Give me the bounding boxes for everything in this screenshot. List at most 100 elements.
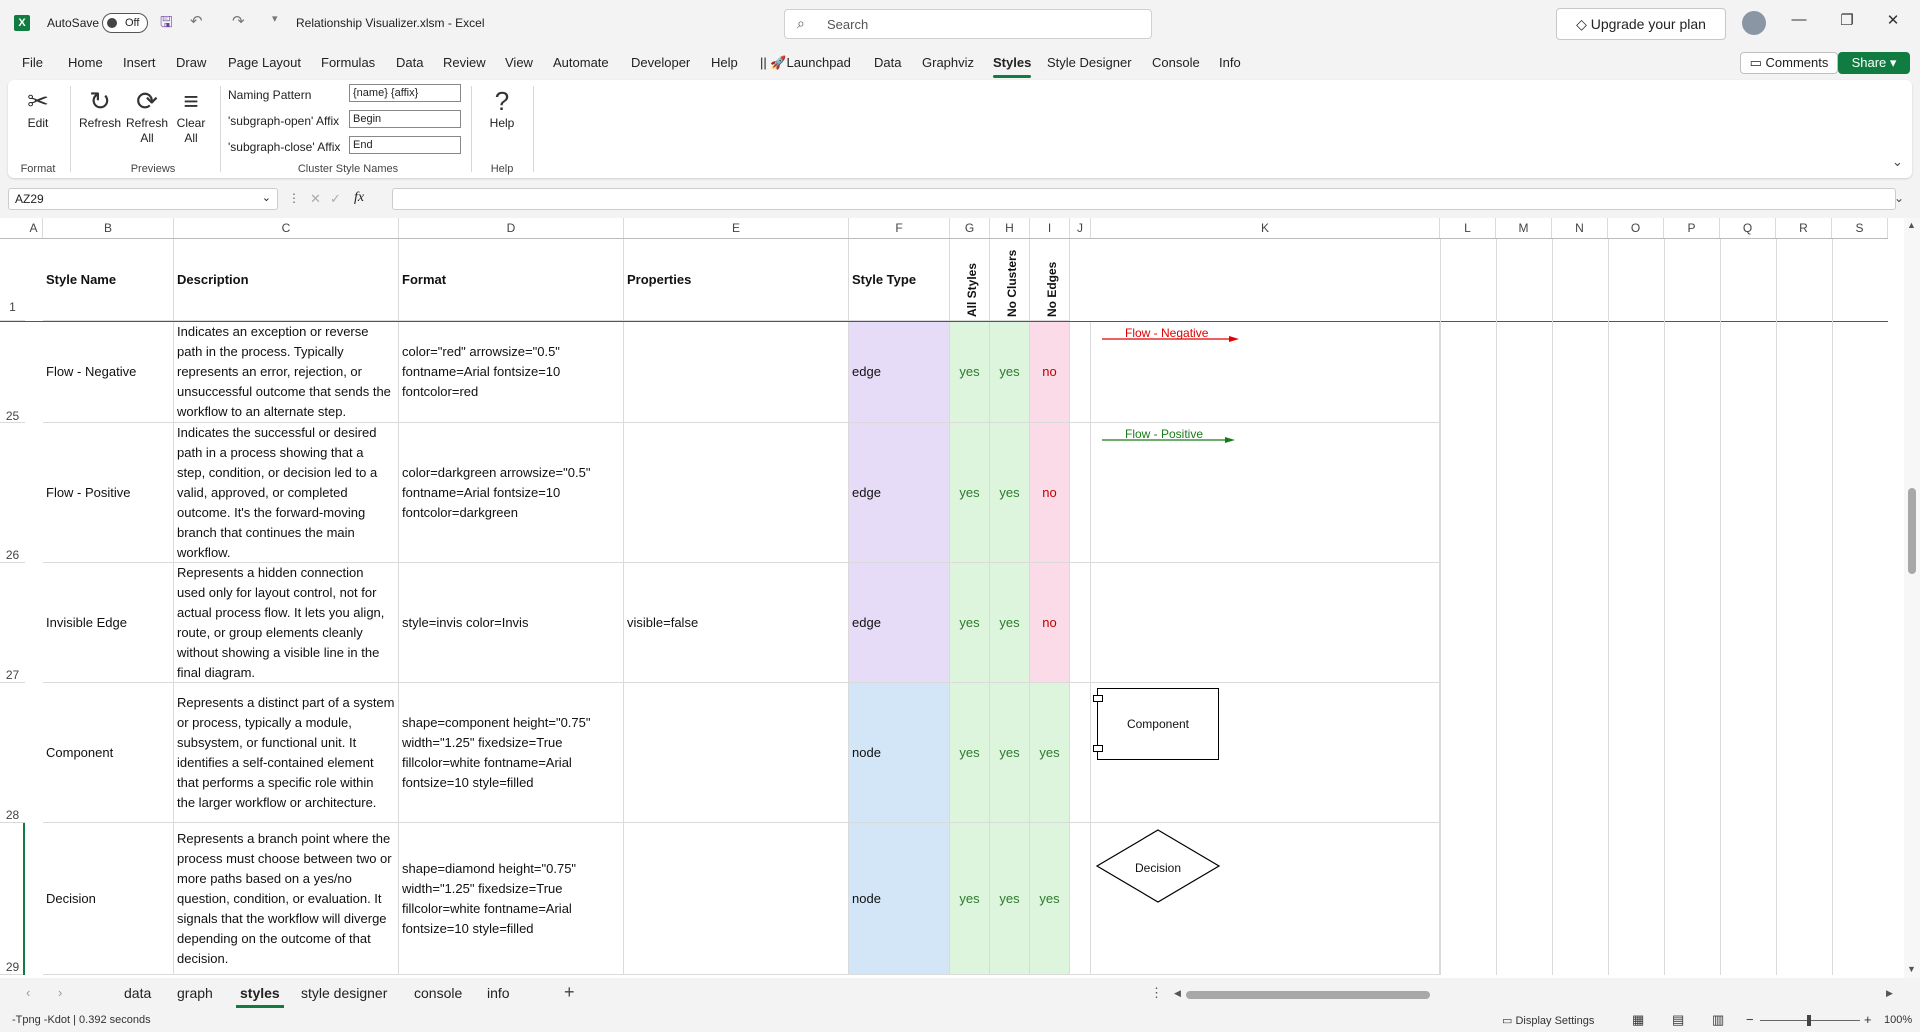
tab-splitter-icon[interactable]: ⋮ bbox=[1150, 985, 1163, 1001]
normal-view-icon[interactable]: ▦ bbox=[1632, 1012, 1644, 1028]
preview-cell[interactable]: Decision bbox=[1091, 823, 1440, 975]
style-type-cell[interactable]: node bbox=[849, 683, 950, 823]
style-type-cell[interactable]: edge bbox=[849, 423, 950, 563]
subgraph-close-input[interactable]: End bbox=[349, 136, 461, 154]
menu-developer[interactable]: Developer bbox=[631, 55, 690, 70]
preview-cell[interactable] bbox=[1091, 563, 1440, 683]
properties-cell[interactable] bbox=[624, 823, 849, 975]
col-header-b[interactable]: B bbox=[43, 218, 174, 238]
all-styles-cell[interactable]: yes bbox=[950, 683, 990, 823]
no-clusters-cell[interactable]: yes bbox=[990, 322, 1030, 423]
enter-icon[interactable]: ✓ bbox=[330, 191, 341, 207]
edit-button[interactable]: ✂ Edit bbox=[20, 86, 56, 131]
no-edges-cell[interactable]: no bbox=[1030, 423, 1070, 563]
zoom-slider-thumb[interactable] bbox=[1807, 1015, 1811, 1026]
format-cell[interactable]: color="red" arrowsize="0.5" fontname=Ari… bbox=[399, 322, 624, 423]
menu-graphviz[interactable]: Graphviz bbox=[922, 55, 974, 70]
col-header-n[interactable]: N bbox=[1552, 218, 1608, 238]
description-cell[interactable]: Represents a hidden connection used only… bbox=[174, 563, 399, 683]
horizontal-scrollbar[interactable]: ◀ ▶ bbox=[1172, 988, 1898, 1000]
minimize-icon[interactable]: — bbox=[1784, 11, 1814, 28]
col-header-k[interactable]: K bbox=[1091, 218, 1440, 238]
col-header-p[interactable]: P bbox=[1664, 218, 1720, 238]
description-cell[interactable]: Represents a branch point where the proc… bbox=[174, 823, 399, 975]
preview-cell[interactable]: Component bbox=[1091, 683, 1440, 823]
menu-draw[interactable]: Draw bbox=[176, 55, 206, 70]
horizontal-scroll-thumb[interactable] bbox=[1186, 991, 1430, 999]
row-header-1[interactable]: 1 bbox=[0, 239, 25, 321]
scroll-left-icon[interactable]: ◀ bbox=[1174, 988, 1181, 999]
no-edges-cell[interactable]: yes bbox=[1030, 823, 1070, 975]
page-layout-view-icon[interactable]: ▤ bbox=[1672, 1012, 1684, 1028]
zoom-out-icon[interactable]: − bbox=[1746, 1012, 1754, 1027]
style-name-cell[interactable]: Flow - Negative bbox=[43, 322, 174, 423]
col-header-i[interactable]: I bbox=[1030, 218, 1070, 238]
col-header-s[interactable]: S bbox=[1832, 218, 1888, 238]
all-styles-cell[interactable]: yes bbox=[950, 563, 990, 683]
no-edges-cell[interactable]: yes bbox=[1030, 683, 1070, 823]
no-clusters-cell[interactable]: yes bbox=[990, 683, 1030, 823]
display-settings-button[interactable]: ▭ Display Settings bbox=[1502, 1014, 1594, 1027]
style-name-cell[interactable]: Component bbox=[43, 683, 174, 823]
formula-input[interactable] bbox=[392, 188, 1896, 210]
menu-page-layout[interactable]: Page Layout bbox=[228, 55, 301, 70]
col-header-f[interactable]: F bbox=[849, 218, 950, 238]
customize-toolbar-icon[interactable]: ▾ bbox=[272, 12, 278, 25]
format-cell[interactable]: shape=component height="0.75" width="1.2… bbox=[399, 683, 624, 823]
properties-cell[interactable]: visible=false bbox=[624, 563, 849, 683]
menu-data-addin[interactable]: Data bbox=[874, 55, 901, 70]
vertical-scroll-thumb[interactable] bbox=[1908, 488, 1916, 574]
share-button[interactable]: Share ▾ bbox=[1838, 52, 1910, 74]
redo-icon[interactable]: ↷ bbox=[232, 12, 245, 30]
col-header-o[interactable]: O bbox=[1608, 218, 1664, 238]
empty-cell[interactable] bbox=[1070, 683, 1091, 823]
style-type-cell[interactable]: edge bbox=[849, 322, 950, 423]
avatar[interactable] bbox=[1742, 11, 1766, 35]
properties-cell[interactable] bbox=[624, 423, 849, 563]
insert-function-icon[interactable]: fx bbox=[354, 190, 364, 206]
comments-button[interactable]: ▭ Comments bbox=[1740, 52, 1838, 74]
menu-review[interactable]: Review bbox=[443, 55, 486, 70]
col-header-m[interactable]: M bbox=[1496, 218, 1552, 238]
naming-pattern-input[interactable]: {name} {affix} bbox=[349, 84, 461, 102]
header-all-styles-cell[interactable]: All Styles bbox=[950, 239, 990, 321]
search-box[interactable]: ⌕ Search bbox=[784, 9, 1152, 39]
empty-cell[interactable] bbox=[1070, 563, 1091, 683]
empty-cell[interactable] bbox=[1070, 823, 1091, 975]
prev-sheet-icon[interactable]: ‹ bbox=[26, 985, 30, 1000]
no-edges-cell[interactable]: no bbox=[1030, 322, 1070, 423]
refresh-button[interactable]: ↻ Refresh bbox=[78, 86, 122, 131]
undo-icon[interactable]: ↶ bbox=[190, 12, 203, 30]
header-format[interactable]: Format bbox=[399, 239, 624, 321]
help-button[interactable]: ? Help bbox=[480, 86, 524, 131]
header-no-edges-cell[interactable]: No Edges bbox=[1030, 239, 1070, 321]
col-header-a[interactable]: A bbox=[25, 218, 43, 238]
header-description[interactable]: Description bbox=[174, 239, 399, 321]
autosave-toggle[interactable]: Off bbox=[102, 13, 148, 33]
menu-home[interactable]: Home bbox=[68, 55, 103, 70]
col-header-j[interactable]: J bbox=[1070, 218, 1091, 238]
col-header-h[interactable]: H bbox=[990, 218, 1030, 238]
upgrade-plan-button[interactable]: ◇ Upgrade your plan bbox=[1556, 8, 1726, 40]
menu-info[interactable]: Info bbox=[1219, 55, 1241, 70]
subgraph-open-input[interactable]: Begin bbox=[349, 110, 461, 128]
menu-console[interactable]: Console bbox=[1152, 55, 1200, 70]
collapse-ribbon-icon[interactable]: ⌄ bbox=[1892, 154, 1903, 170]
save-icon[interactable]: 🖫 bbox=[160, 12, 173, 37]
format-cell[interactable]: shape=diamond height="0.75" width="1.25"… bbox=[399, 823, 624, 975]
format-cell[interactable]: color=darkgreen arrowsize="0.5" fontname… bbox=[399, 423, 624, 563]
menu-style-designer[interactable]: Style Designer bbox=[1047, 55, 1132, 70]
refresh-all-button[interactable]: ⟳ Refresh All bbox=[124, 86, 170, 146]
row-header-28[interactable]: 28 bbox=[0, 683, 25, 823]
empty-cell[interactable] bbox=[1070, 322, 1091, 423]
vertical-scrollbar[interactable]: ▲ ▼ bbox=[1904, 218, 1920, 978]
sheet-tab-data[interactable]: data bbox=[124, 985, 151, 1001]
empty-cell[interactable] bbox=[1070, 423, 1091, 563]
style-type-cell[interactable]: node bbox=[849, 823, 950, 975]
menu-help[interactable]: Help bbox=[711, 55, 738, 70]
zoom-level[interactable]: 100% bbox=[1884, 1014, 1912, 1026]
menu-view[interactable]: View bbox=[505, 55, 533, 70]
style-name-cell[interactable]: Decision bbox=[43, 823, 174, 975]
style-type-cell[interactable]: edge bbox=[849, 563, 950, 683]
cancel-icon[interactable]: ✕ bbox=[310, 191, 321, 207]
